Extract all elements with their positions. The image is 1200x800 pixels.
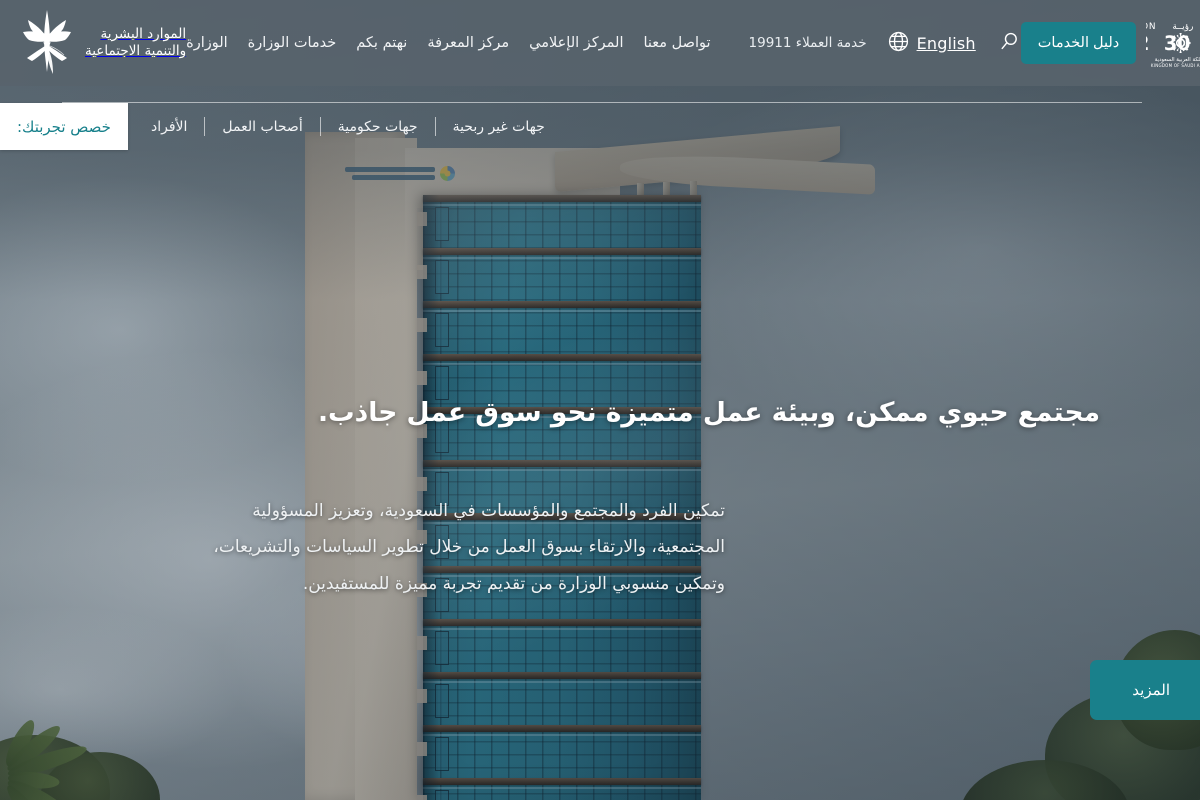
hero-paragraph: تمكين الفرد والمجتمع والمؤسسات في السعود… bbox=[213, 493, 725, 603]
top-header-bar: الموارد البشرية والتنمية الاجتماعية الوز… bbox=[0, 0, 1200, 86]
audience-link-nonprofit[interactable]: جهات غير ربحية bbox=[436, 120, 562, 134]
nav-item-services[interactable]: خدمات الوزارة bbox=[248, 35, 337, 51]
hero-title: مجتمع حيوي ممكن، وبيئة عمل متميزة نحو سو… bbox=[317, 397, 1100, 428]
svg-text:2: 2 bbox=[1146, 32, 1149, 55]
nav-item-we-care[interactable]: نهتم بكم bbox=[356, 35, 407, 51]
vision-2030-logo[interactable]: VISION ﺭﺅﻳــﺔ 2 30 bbox=[1121, 16, 1200, 70]
personalize-subnav: خصص تجربتك: الأفراد أصحاب العمل جهات حكو… bbox=[0, 103, 1200, 150]
hero-paragraph-line-2: المجتمعية، والارتقاء بسوق العمل من خلال … bbox=[213, 537, 725, 558]
page-root: الموارد البشرية والتنمية الاجتماعية الوز… bbox=[0, 0, 1200, 800]
main-navigation: الوزارة خدمات الوزارة نهتم بكم مركز المع… bbox=[186, 35, 710, 51]
nav-item-ministry[interactable]: الوزارة bbox=[186, 35, 228, 51]
nav-item-contact-us[interactable]: تواصل معنا bbox=[644, 35, 711, 51]
audience-link-employers[interactable]: أصحاب العمل bbox=[205, 120, 319, 134]
svg-text:ﺭﺅﻳــﺔ: ﺭﺅﻳــﺔ bbox=[1173, 22, 1194, 32]
svg-text:VISION: VISION bbox=[1146, 22, 1156, 32]
language-label: English bbox=[916, 33, 976, 53]
nav-item-media-center[interactable]: المركز الإعلامي bbox=[529, 35, 623, 51]
svg-text:KINGDOM OF SAUDI ARABIA: KINGDOM OF SAUDI ARABIA bbox=[1151, 63, 1200, 68]
audience-separator-3 bbox=[434, 117, 436, 136]
ministry-name: الموارد البشرية والتنمية الاجتماعية bbox=[85, 26, 186, 61]
globe-icon bbox=[887, 30, 910, 57]
search-icon bbox=[998, 30, 1021, 57]
audience-separator-2 bbox=[319, 117, 321, 136]
search-button[interactable] bbox=[998, 30, 1021, 57]
hero-paragraph-line-1: تمكين الفرد والمجتمع والمؤسسات في السعود… bbox=[252, 500, 725, 521]
hero-text-block: مجتمع حيوي ممكن، وبيئة عمل متميزة نحو سو… bbox=[213, 395, 1100, 603]
ministry-logo-link[interactable]: الموارد البشرية والتنمية الاجتماعية bbox=[18, 6, 186, 80]
hero-more-button[interactable]: المزيد bbox=[1090, 660, 1200, 720]
audience-link-government[interactable]: جهات حكومية bbox=[321, 120, 435, 134]
hero-paragraph-line-3: وتمكين منسوبي الوزارة من تقديم تجربة ممي… bbox=[302, 573, 725, 594]
customer-service-phone[interactable]: خدمة العملاء 19911 bbox=[749, 35, 867, 51]
svg-text:ﺍﻟﻤﻤﻠﻜﺔ ﺍﻟﻌﺮﺑﻴﺔ ﺍﻟﺴﻌﻮﺩﻳﺔ: ﺍﻟﻤﻤﻠﻜﺔ ﺍﻟﻌﺮﺑﻴﺔ ﺍﻟﺴﻌﻮﺩﻳﺔ bbox=[1155, 56, 1200, 63]
audience-link-individuals[interactable]: الأفراد bbox=[134, 120, 204, 134]
audience-separator-1 bbox=[204, 117, 206, 136]
audience-links: الأفراد أصحاب العمل جهات حكومية جهات غير… bbox=[128, 103, 568, 150]
ministry-name-line-1: الموارد البشرية bbox=[100, 25, 187, 42]
ministry-palm-emblem-icon bbox=[18, 6, 76, 80]
language-switch-button[interactable]: English bbox=[887, 30, 976, 57]
personalize-tab[interactable]: خصص تجربتك: bbox=[0, 103, 128, 150]
nav-item-knowledge-center[interactable]: مركز المعرفة bbox=[427, 35, 509, 51]
ministry-name-line-2: والتنمية الاجتماعية bbox=[85, 43, 187, 59]
services-guide-button[interactable]: دليل الخدمات bbox=[1020, 22, 1137, 64]
